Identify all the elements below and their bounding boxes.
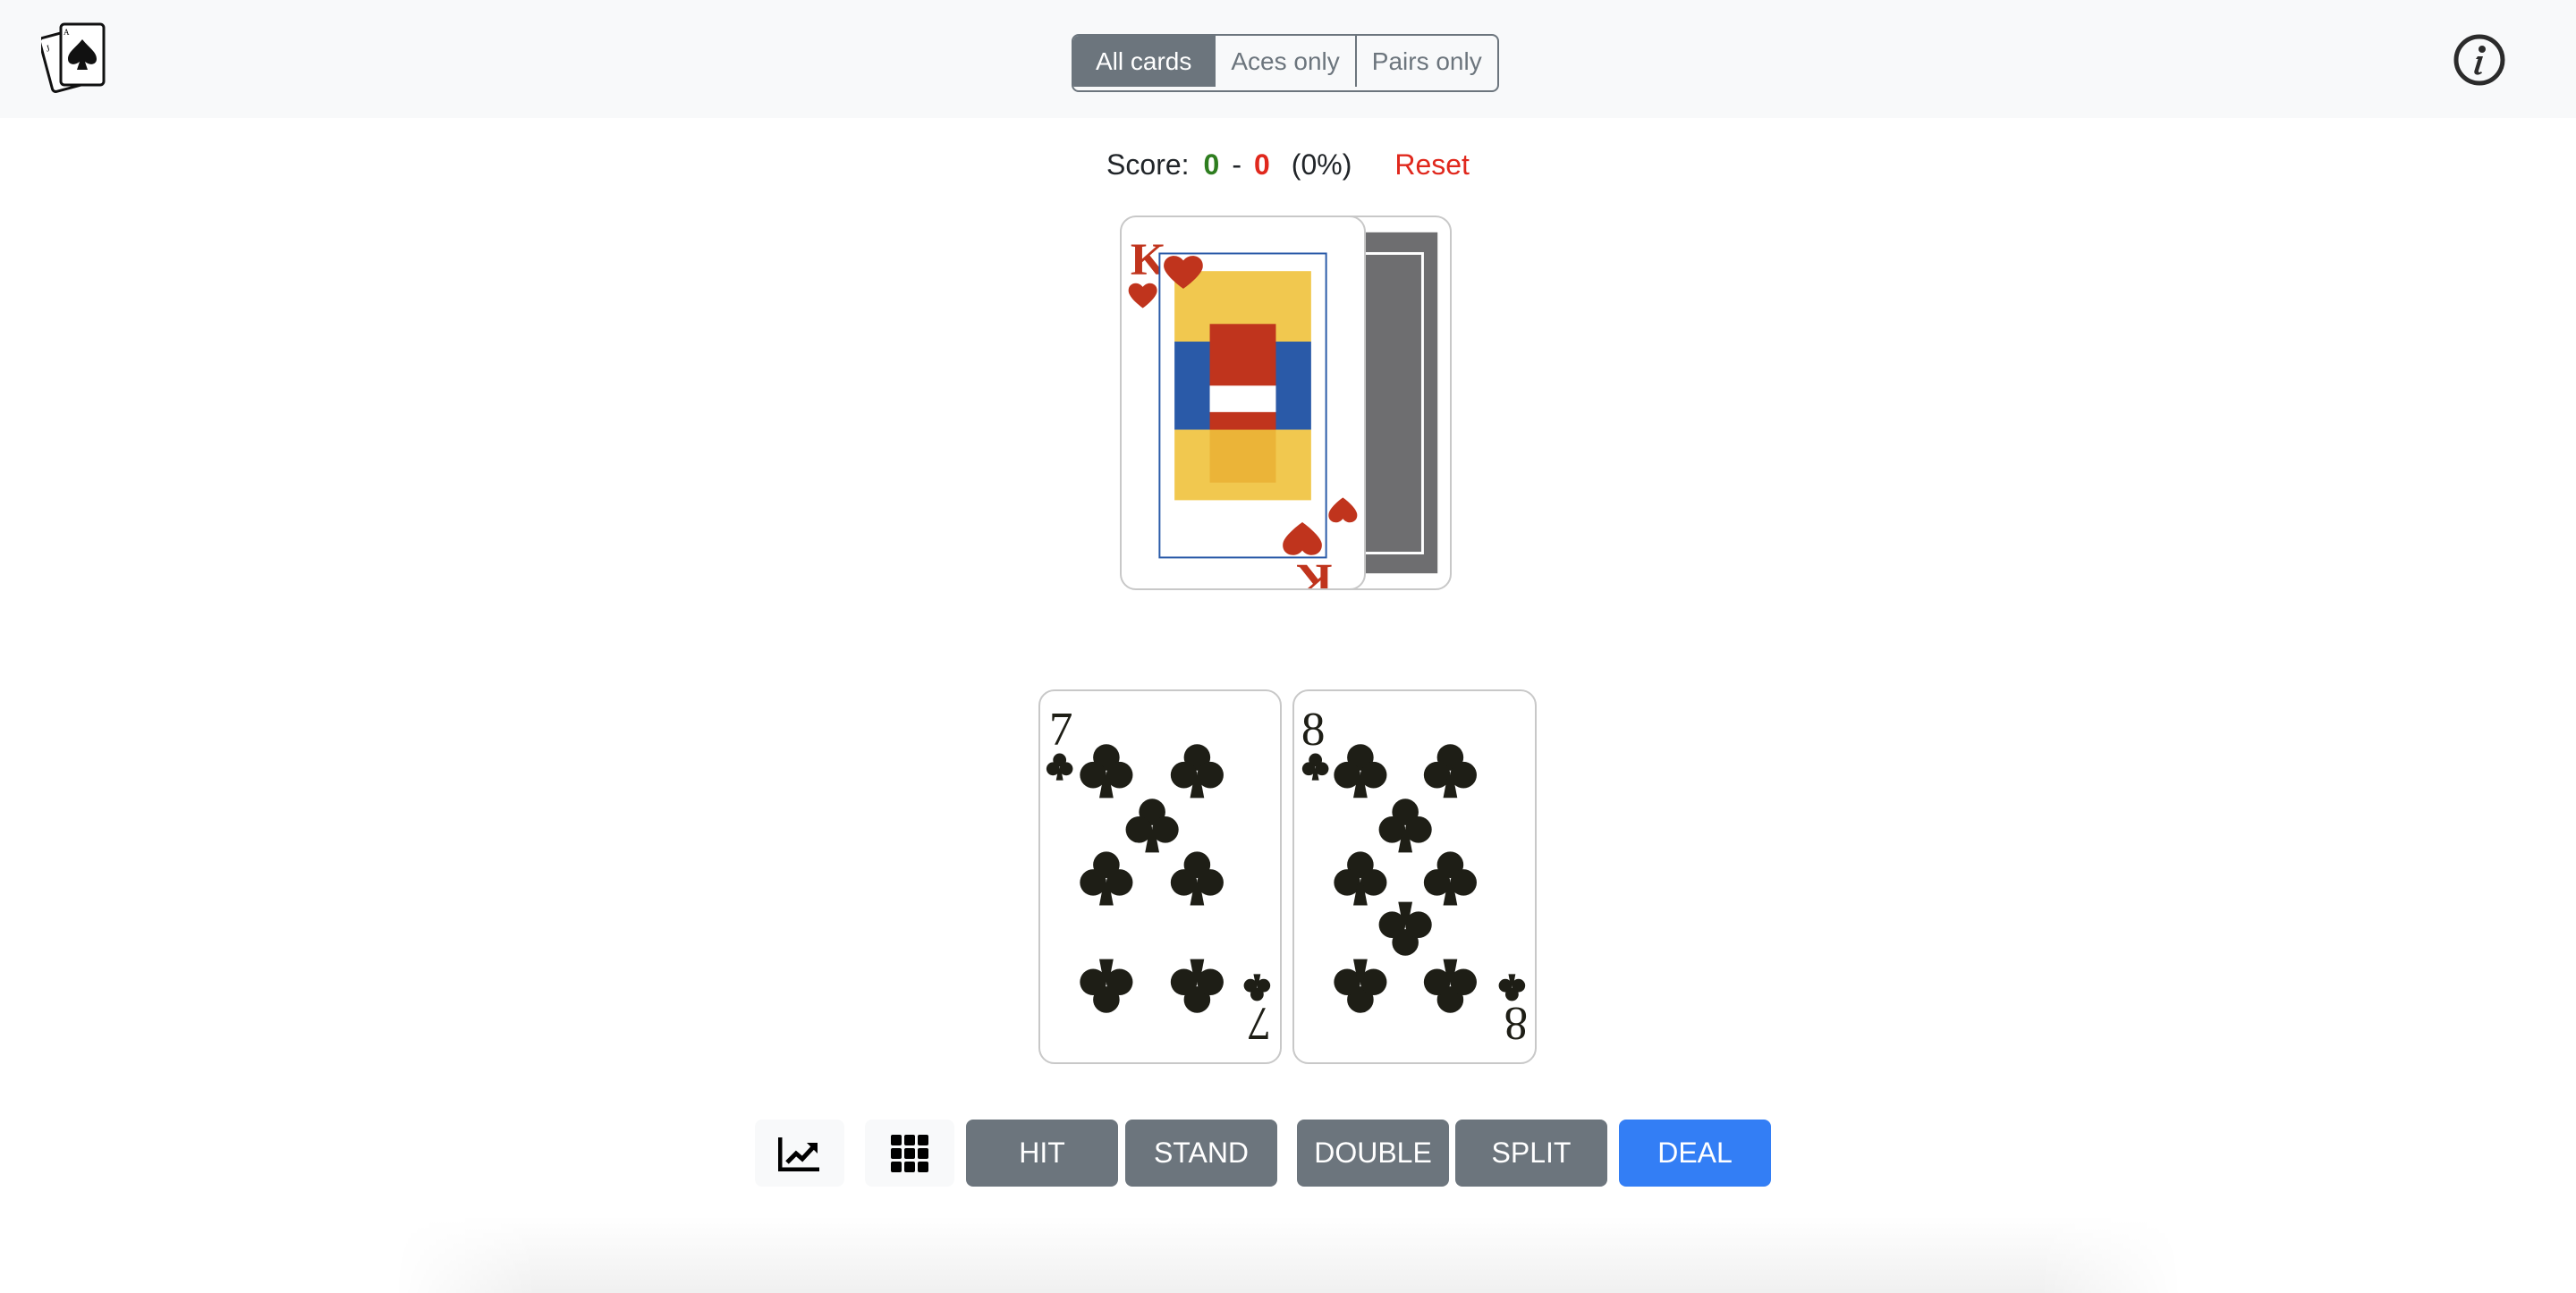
deal-button[interactable]: DEAL <box>1619 1120 1771 1187</box>
player-card-eight-clubs: 8 8 <box>1292 689 1537 1064</box>
score-line: Score: 0-0 (0%) Reset <box>0 143 2576 186</box>
playing-cards-icon[interactable]: J A <box>38 20 113 98</box>
split-button[interactable]: SPLIT <box>1455 1120 1607 1187</box>
svg-text:A: A <box>64 28 70 37</box>
losses-count: 0 <box>1253 148 1270 181</box>
win-percentage: (0%) <box>1291 148 1352 181</box>
header-bar: J A All cards Aces only Pairs only <box>0 0 2576 118</box>
stand-button[interactable]: STAND <box>1125 1120 1277 1187</box>
info-circle-icon[interactable] <box>2453 33 2506 87</box>
player-card-seven-clubs: 7 7 <box>1038 689 1282 1064</box>
seven-of-clubs-face: 7 7 <box>1046 703 1272 1050</box>
stats-button[interactable] <box>755 1120 844 1187</box>
strategy-chart-button[interactable] <box>865 1120 954 1187</box>
card-filter-toggle: All cards Aces only Pairs only <box>1072 34 1499 92</box>
reset-link[interactable]: Reset <box>1394 143 1470 186</box>
card-rank: 7 <box>1049 703 1073 756</box>
eight-of-clubs-face: 8 8 <box>1301 703 1529 1050</box>
wins-count: 0 <box>1203 148 1220 181</box>
chart-line-icon <box>778 1137 819 1171</box>
bottom-panel-shadow <box>394 1216 2182 1293</box>
dealer-card-king-hearts: K K <box>1120 216 1366 590</box>
svg-text:7: 7 <box>1248 997 1272 1050</box>
filter-all-cards[interactable]: All cards <box>1073 36 1215 87</box>
svg-text:K: K <box>1297 554 1333 588</box>
filter-aces-only[interactable]: Aces only <box>1214 36 1354 87</box>
grid-icon <box>891 1134 928 1172</box>
king-of-hearts-face: K K <box>1128 234 1358 588</box>
hit-button[interactable]: HIT <box>966 1120 1118 1187</box>
score-label: Score: <box>1106 148 1190 181</box>
svg-text:8: 8 <box>1504 997 1529 1050</box>
card-rank: 8 <box>1301 703 1326 756</box>
double-button[interactable]: DOUBLE <box>1297 1120 1449 1187</box>
filter-pairs-only[interactable]: Pairs only <box>1354 36 1497 87</box>
score-separator: - <box>1232 148 1241 181</box>
